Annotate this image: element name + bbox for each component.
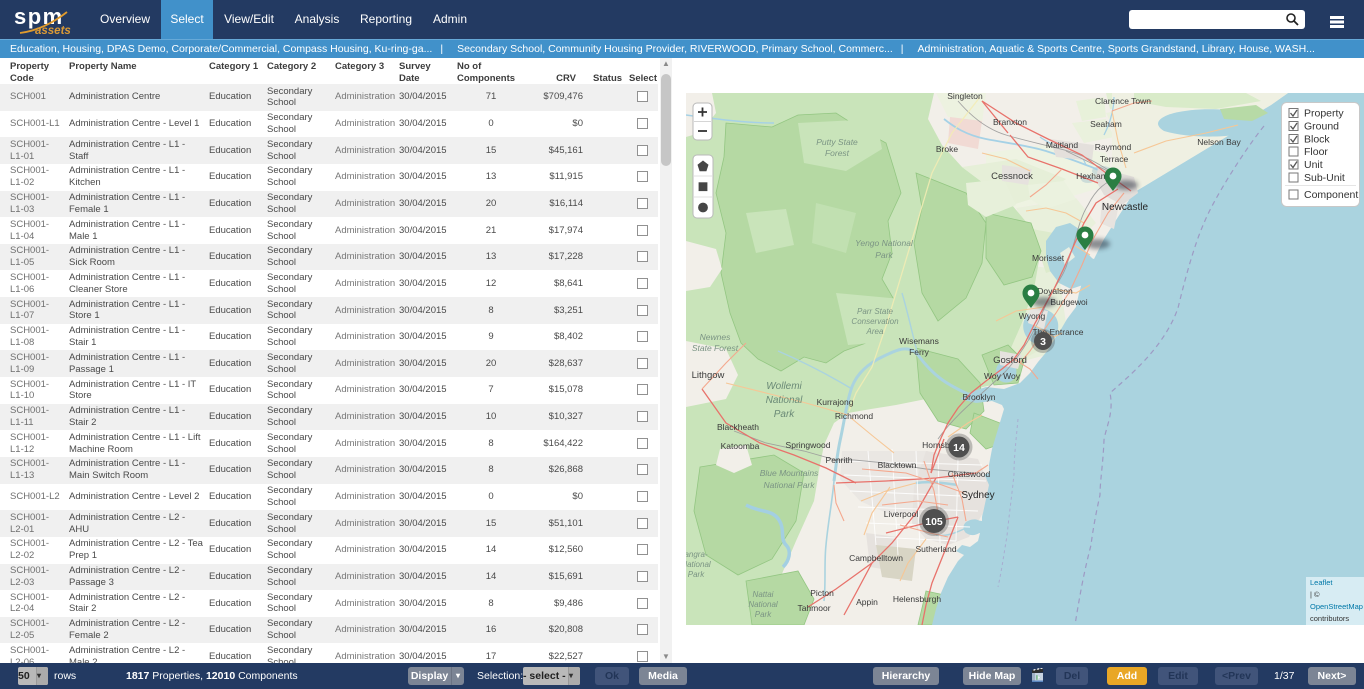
svg-text:Nelson Bay: Nelson Bay xyxy=(1197,137,1241,147)
svg-text:Liverpool: Liverpool xyxy=(884,509,919,519)
svg-text:Katoomba: Katoomba xyxy=(721,441,760,451)
svg-text:Wollemi: Wollemi xyxy=(766,381,802,392)
svg-text:Sutherland: Sutherland xyxy=(915,544,956,554)
svg-text:3: 3 xyxy=(1040,336,1046,348)
svg-text:Morisset: Morisset xyxy=(1032,253,1065,263)
svg-text:Richmond: Richmond xyxy=(835,411,874,421)
svg-text:Blue Mountains: Blue Mountains xyxy=(760,468,819,478)
svg-text:Park: Park xyxy=(774,409,796,420)
svg-text:Springwood: Springwood xyxy=(786,440,831,450)
svg-text:Unit: Unit xyxy=(1304,159,1323,171)
svg-text:Park: Park xyxy=(755,610,772,619)
svg-text:Ground: Ground xyxy=(1304,121,1339,133)
svg-text:Ferry: Ferry xyxy=(909,347,930,357)
svg-text:Property: Property xyxy=(1304,108,1344,120)
svg-text:Lithgow: Lithgow xyxy=(692,370,725,381)
svg-text:Seaham: Seaham xyxy=(1090,119,1122,129)
svg-text:assets: assets xyxy=(35,25,71,37)
svg-text:| ©: | © xyxy=(1310,590,1320,599)
svg-text:Terrace: Terrace xyxy=(1100,154,1129,164)
svg-text:Broke: Broke xyxy=(936,144,958,154)
svg-text:105: 105 xyxy=(925,516,943,528)
svg-text:Park: Park xyxy=(688,570,705,579)
svg-text:National: National xyxy=(766,395,803,406)
svg-text:State Forest: State Forest xyxy=(692,343,739,353)
svg-text:Wisemans: Wisemans xyxy=(899,336,939,346)
svg-text:Kurrajong: Kurrajong xyxy=(817,397,854,407)
svg-text:National: National xyxy=(748,600,778,609)
svg-text:Woy Woy: Woy Woy xyxy=(984,371,1021,381)
svg-text:contributors: contributors xyxy=(1310,614,1349,623)
svg-text:Raymond: Raymond xyxy=(1095,142,1132,152)
svg-text:National: National xyxy=(686,560,711,569)
svg-text:Newcastle: Newcastle xyxy=(1102,202,1149,213)
svg-text:Chatswood: Chatswood xyxy=(948,469,991,479)
svg-text:Clarence Town: Clarence Town xyxy=(1095,96,1151,106)
svg-text:Park: Park xyxy=(875,250,893,260)
svg-text:Floor: Floor xyxy=(1304,146,1328,158)
svg-text:Appin: Appin xyxy=(856,597,878,607)
svg-text:OpenStreetMap: OpenStreetMap xyxy=(1310,602,1363,611)
svg-text:Sub-Unit: Sub-Unit xyxy=(1304,172,1345,184)
svg-text:Campbelltown: Campbelltown xyxy=(849,553,903,563)
svg-text:Sydney: Sydney xyxy=(961,490,994,501)
svg-text:Forest: Forest xyxy=(825,148,850,158)
svg-text:Putty State: Putty State xyxy=(816,137,858,147)
svg-text:Doyalson: Doyalson xyxy=(1037,286,1073,296)
svg-text:angra-: angra- xyxy=(686,550,708,559)
svg-text:Wyong: Wyong xyxy=(1019,311,1046,321)
svg-text:Gosford: Gosford xyxy=(993,355,1027,366)
svg-text:Picton: Picton xyxy=(810,588,834,598)
svg-text:Nattai: Nattai xyxy=(753,590,774,599)
svg-text:Branxton: Branxton xyxy=(993,117,1027,127)
svg-text:Brooklyn: Brooklyn xyxy=(962,392,995,402)
svg-text:Blacktown: Blacktown xyxy=(878,460,917,470)
svg-text:14: 14 xyxy=(953,442,965,454)
svg-text:Parr State: Parr State xyxy=(857,307,894,316)
svg-text:Component: Component xyxy=(1304,189,1358,201)
svg-text:Maitland: Maitland xyxy=(1046,140,1078,150)
svg-text:Hexham: Hexham xyxy=(1076,171,1108,181)
svg-text:Blackheath: Blackheath xyxy=(717,422,759,432)
svg-text:Block: Block xyxy=(1304,134,1330,146)
svg-text:Conservation: Conservation xyxy=(851,317,899,326)
svg-text:National Park: National Park xyxy=(763,480,815,490)
svg-text:Yengo National: Yengo National xyxy=(855,238,914,248)
svg-text:Singleton: Singleton xyxy=(947,93,983,101)
svg-text:Newnes: Newnes xyxy=(700,332,731,342)
svg-text:Helensburgh: Helensburgh xyxy=(893,594,941,604)
svg-text:Area: Area xyxy=(866,327,884,336)
svg-text:Leaflet: Leaflet xyxy=(1310,578,1333,587)
svg-text:Penrith: Penrith xyxy=(826,455,853,465)
svg-text:Cessnock: Cessnock xyxy=(991,171,1033,182)
svg-text:Tahmoor: Tahmoor xyxy=(797,603,830,613)
